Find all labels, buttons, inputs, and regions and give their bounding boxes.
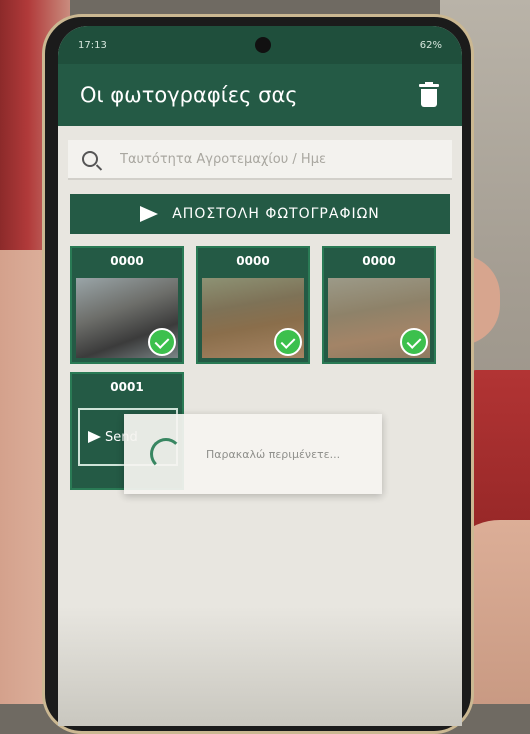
photo-code: 0000 bbox=[236, 254, 270, 268]
photo-code: 0000 bbox=[362, 254, 396, 268]
search-bar bbox=[68, 140, 452, 180]
photo-tile[interactable]: 0000 bbox=[322, 246, 436, 364]
status-battery: 62% bbox=[419, 39, 442, 51]
photo-tile[interactable]: 0000 bbox=[196, 246, 310, 364]
status-time: 17:13 bbox=[78, 39, 107, 51]
trash-icon[interactable] bbox=[418, 82, 440, 108]
photo-tile[interactable]: 0000 bbox=[70, 246, 184, 364]
send-icon bbox=[140, 206, 159, 222]
app-bar: Οι φωτογραφίες σας bbox=[58, 64, 462, 126]
front-camera bbox=[255, 37, 272, 53]
screen-glare bbox=[58, 606, 462, 726]
phone-screen: 17:13 62% Οι φωτογραφίες σας ΑΠΟΣΤΟΛΗ ΦΩ… bbox=[58, 26, 462, 726]
send-photos-label: ΑΠΟΣΤΟΛΗ ΦΩΤΟΓΡΑΦΙΩΝ bbox=[172, 206, 380, 222]
search-input[interactable] bbox=[118, 150, 438, 168]
loading-dialog: Παρακαλώ περιμένετε... bbox=[124, 414, 382, 494]
check-icon bbox=[148, 328, 176, 356]
search-icon bbox=[82, 151, 98, 167]
page-title: Οι φωτογραφίες σας bbox=[80, 83, 298, 107]
status-bar: 17:13 62% bbox=[58, 26, 462, 64]
photo-code: 0001 bbox=[110, 380, 144, 394]
check-icon bbox=[274, 328, 302, 356]
send-icon bbox=[88, 431, 101, 443]
send-photos-button[interactable]: ΑΠΟΣΤΟΛΗ ΦΩΤΟΓΡΑΦΙΩΝ bbox=[70, 194, 450, 234]
photo-code: 0000 bbox=[110, 254, 144, 268]
loading-message: Παρακαλώ περιμένετε... bbox=[206, 447, 341, 461]
check-icon bbox=[400, 328, 428, 356]
loading-spinner-icon bbox=[150, 438, 182, 470]
